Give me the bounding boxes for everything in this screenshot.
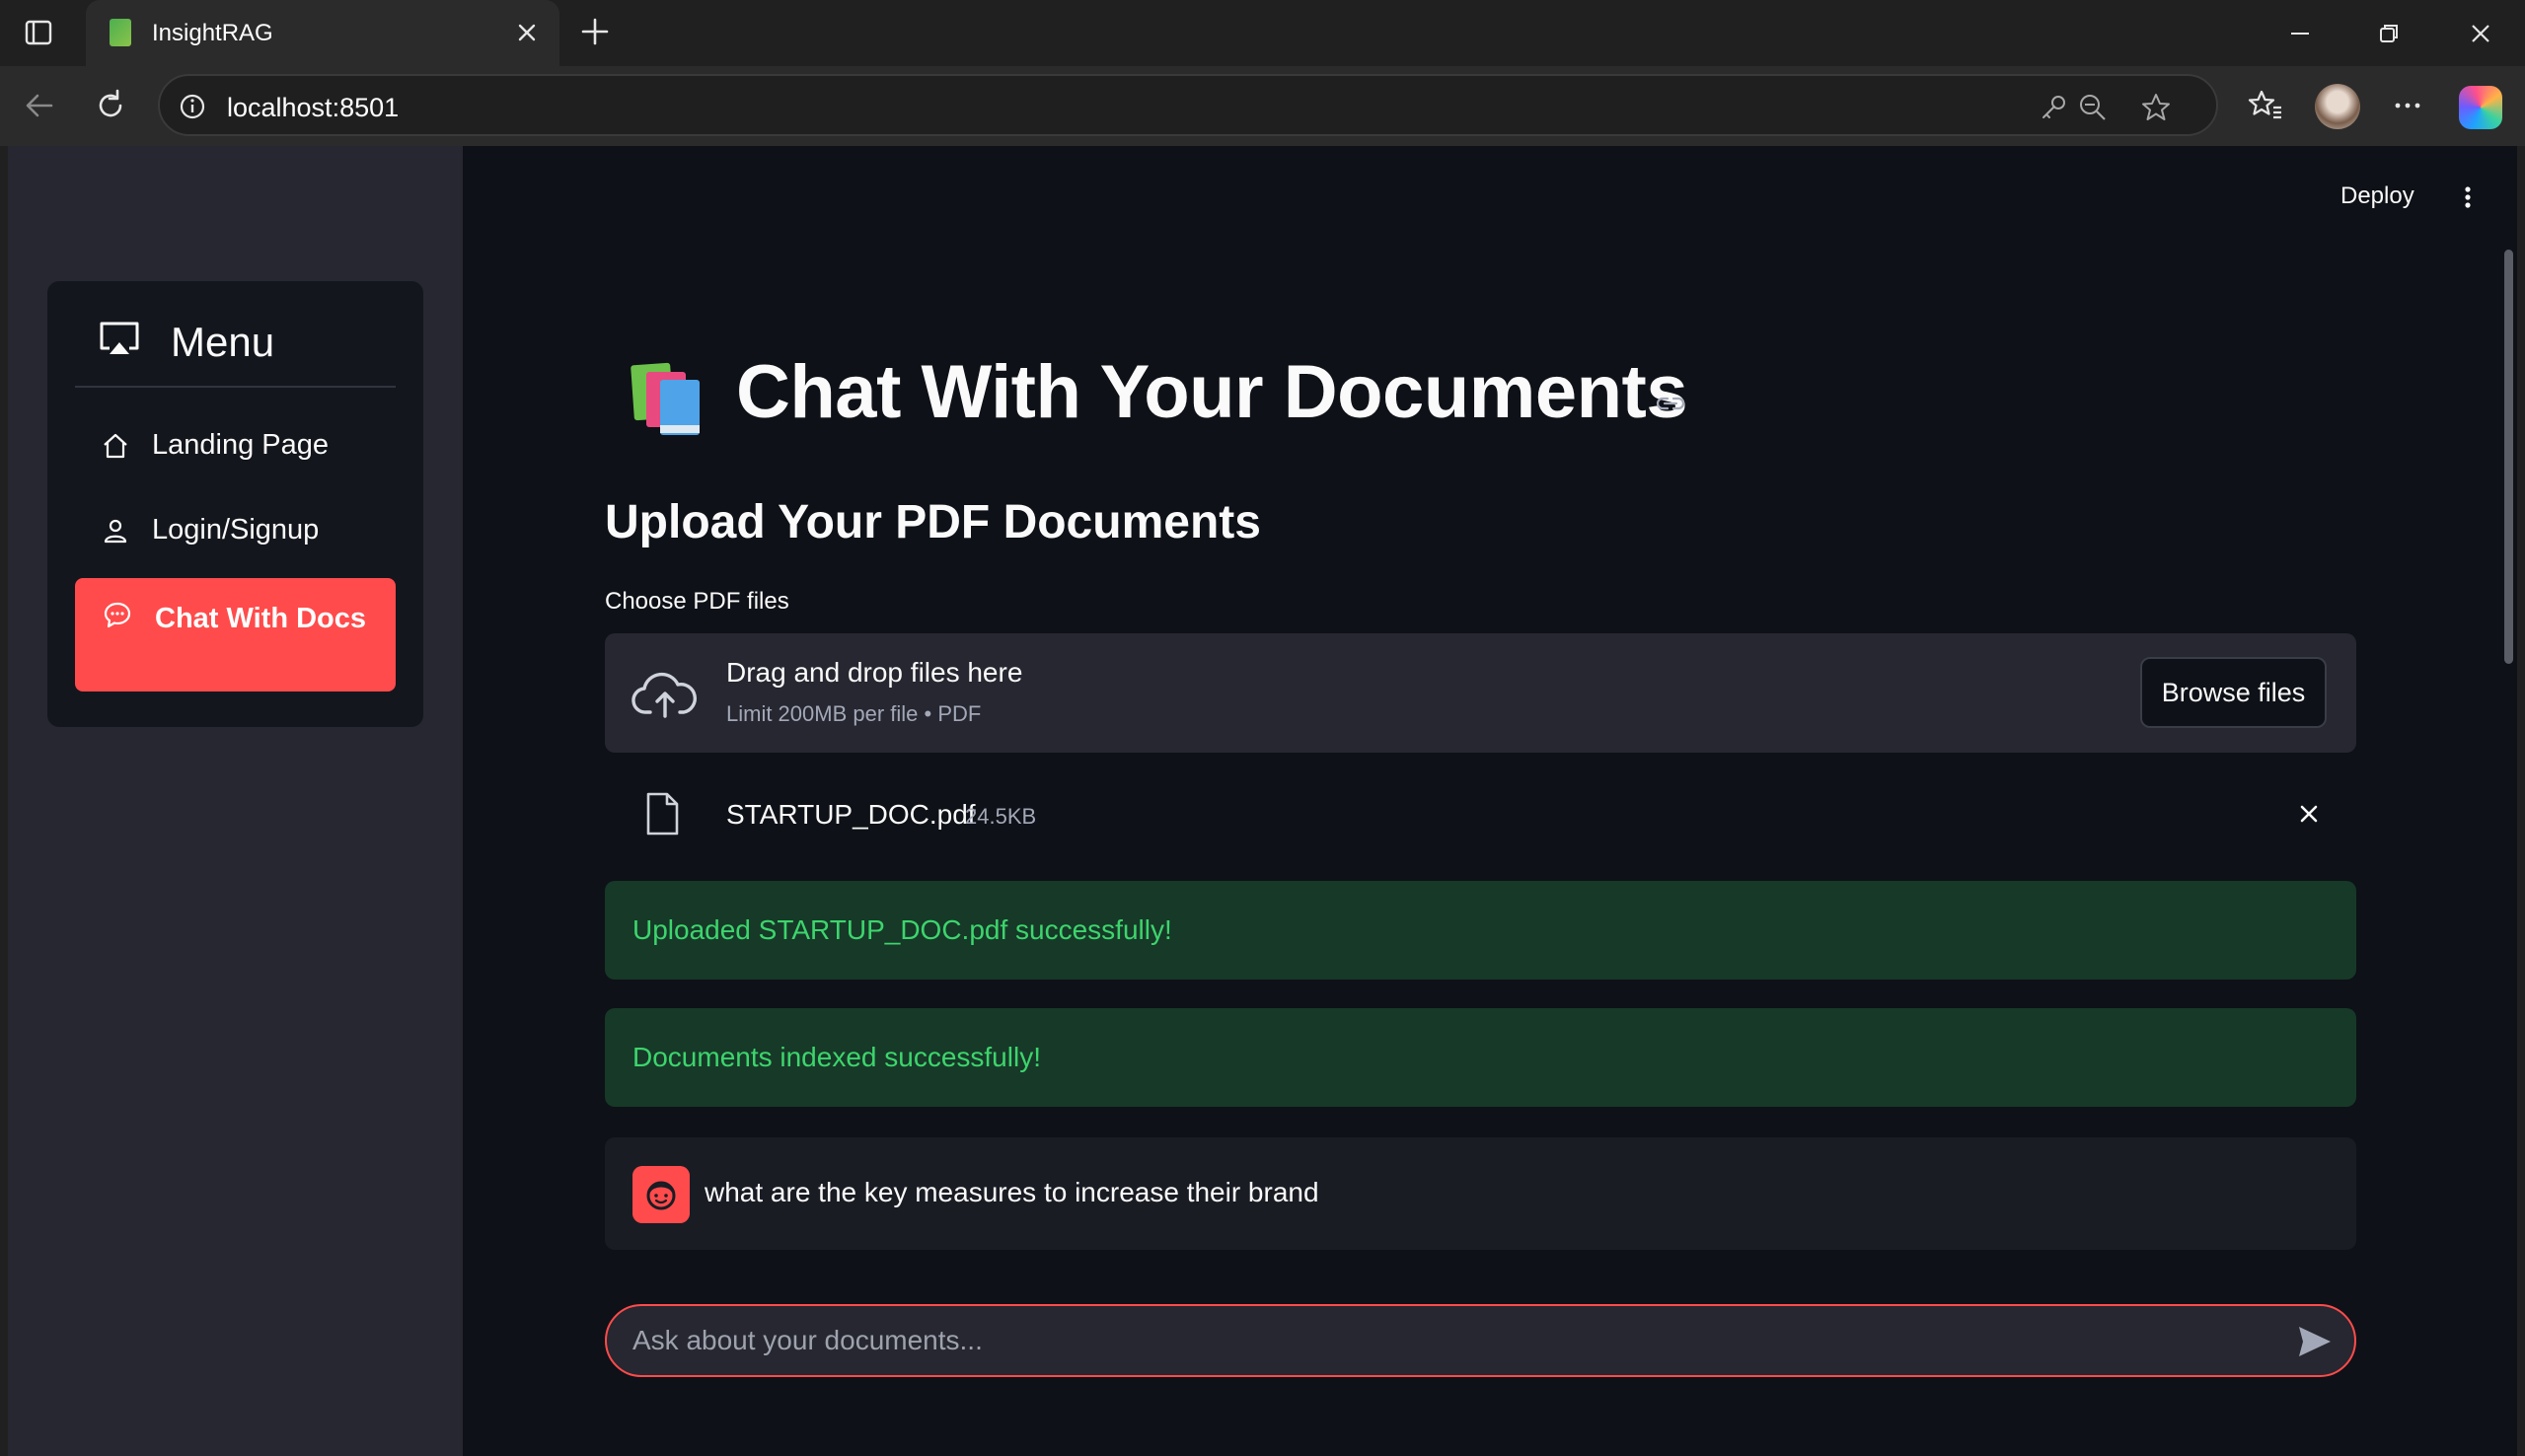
send-icon[interactable] — [2296, 1324, 2334, 1359]
new-tab-icon[interactable] — [577, 14, 613, 49]
profile-avatar[interactable] — [2315, 84, 2360, 129]
sidebar-item-label: Login/Signup — [152, 514, 320, 546]
tab-title: InsightRAG — [152, 20, 273, 46]
home-icon — [104, 433, 127, 459]
sidebar: Menu Landing Page Login/Signup Chat With… — [8, 146, 463, 1456]
user-avatar-icon — [632, 1166, 690, 1223]
file-dropzone[interactable]: Drag and drop files here Limit 200MB per… — [605, 633, 2356, 753]
menu-divider — [75, 386, 396, 388]
browser-toolbar: localhost:8501 — [0, 66, 2525, 146]
browser-titlebar: InsightRAG — [0, 0, 2525, 66]
alert-text: Uploaded STARTUP_DOC.pdf successfully! — [632, 914, 1172, 945]
cloud-upload-icon — [631, 672, 697, 718]
favorite-star-icon[interactable] — [2139, 91, 2173, 124]
chat-message-text: what are the key measures to increase th… — [705, 1177, 1319, 1207]
user-icon — [104, 519, 127, 544]
success-alert: Uploaded STARTUP_DOC.pdf successfully! — [605, 881, 2356, 980]
anchor-link-icon[interactable] — [1654, 387, 1687, 420]
upload-heading: Upload Your PDF Documents — [605, 496, 1261, 548]
sidebar-item-landing-page[interactable]: Landing Page — [75, 409, 396, 478]
address-bar[interactable]: localhost:8501 — [158, 74, 2218, 136]
more-options-icon[interactable] — [2388, 86, 2427, 125]
close-window-icon[interactable] — [2463, 16, 2498, 51]
app-viewport: Menu Landing Page Login/Signup Chat With… — [8, 146, 2517, 1456]
main-menu-icon[interactable] — [2453, 182, 2483, 212]
tab-actions-icon[interactable] — [22, 16, 55, 49]
main-content: Chat With Your Documents Upload Your PDF… — [605, 146, 2356, 1456]
browse-files-button[interactable]: Browse files — [2140, 657, 2327, 728]
browser-tab[interactable]: InsightRAG — [86, 0, 559, 66]
menu-title: Menu — [171, 319, 275, 365]
sidebar-item-label: Landing Page — [152, 429, 329, 461]
option-menu: Menu Landing Page Login/Signup Chat With… — [47, 281, 423, 727]
book-favicon-icon — [110, 19, 131, 46]
zoom-icon[interactable] — [2076, 91, 2110, 124]
url-text[interactable]: localhost:8501 — [227, 93, 399, 123]
file-name: STARTUP_DOC.pdf — [726, 799, 976, 830]
dropzone-subtitle: Limit 200MB per file • PDF — [726, 701, 982, 726]
uploader-label: Choose PDF files — [605, 588, 789, 615]
restore-icon[interactable] — [2371, 16, 2407, 51]
alert-text: Documents indexed successfully! — [632, 1042, 1041, 1072]
file-size: 24.5KB — [965, 804, 1037, 829]
site-info-icon[interactable] — [178, 92, 207, 121]
chat-message-user: what are the key measures to increase th… — [605, 1137, 2356, 1250]
cast-icon — [100, 322, 139, 354]
file-icon — [646, 792, 679, 836]
chat-input-box[interactable] — [605, 1304, 2356, 1377]
remove-file-icon[interactable] — [2292, 797, 2326, 831]
sidebar-item-chat-with-docs[interactable]: Chat With Docs — [75, 578, 396, 692]
books-icon — [631, 362, 700, 435]
copilot-icon[interactable] — [2459, 86, 2502, 129]
password-key-icon[interactable] — [2037, 91, 2070, 124]
close-tab-icon[interactable] — [512, 18, 542, 47]
uploaded-file-item: STARTUP_DOC.pdf 24.5KB — [605, 777, 2356, 846]
scrollbar[interactable] — [2504, 250, 2513, 664]
reload-icon[interactable] — [91, 86, 130, 125]
back-icon[interactable] — [20, 86, 59, 125]
minimize-icon[interactable] — [2282, 16, 2318, 51]
success-alert: Documents indexed successfully! — [605, 1008, 2356, 1107]
chat-input[interactable] — [632, 1306, 2261, 1375]
favorites-icon[interactable] — [2246, 86, 2285, 125]
sidebar-item-login-signup[interactable]: Login/Signup — [75, 494, 396, 563]
page-title: Chat With Your Documents — [736, 350, 1688, 434]
sidebar-item-label: Chat With Docs — [155, 603, 367, 634]
dropzone-title: Drag and drop files here — [726, 657, 1023, 688]
